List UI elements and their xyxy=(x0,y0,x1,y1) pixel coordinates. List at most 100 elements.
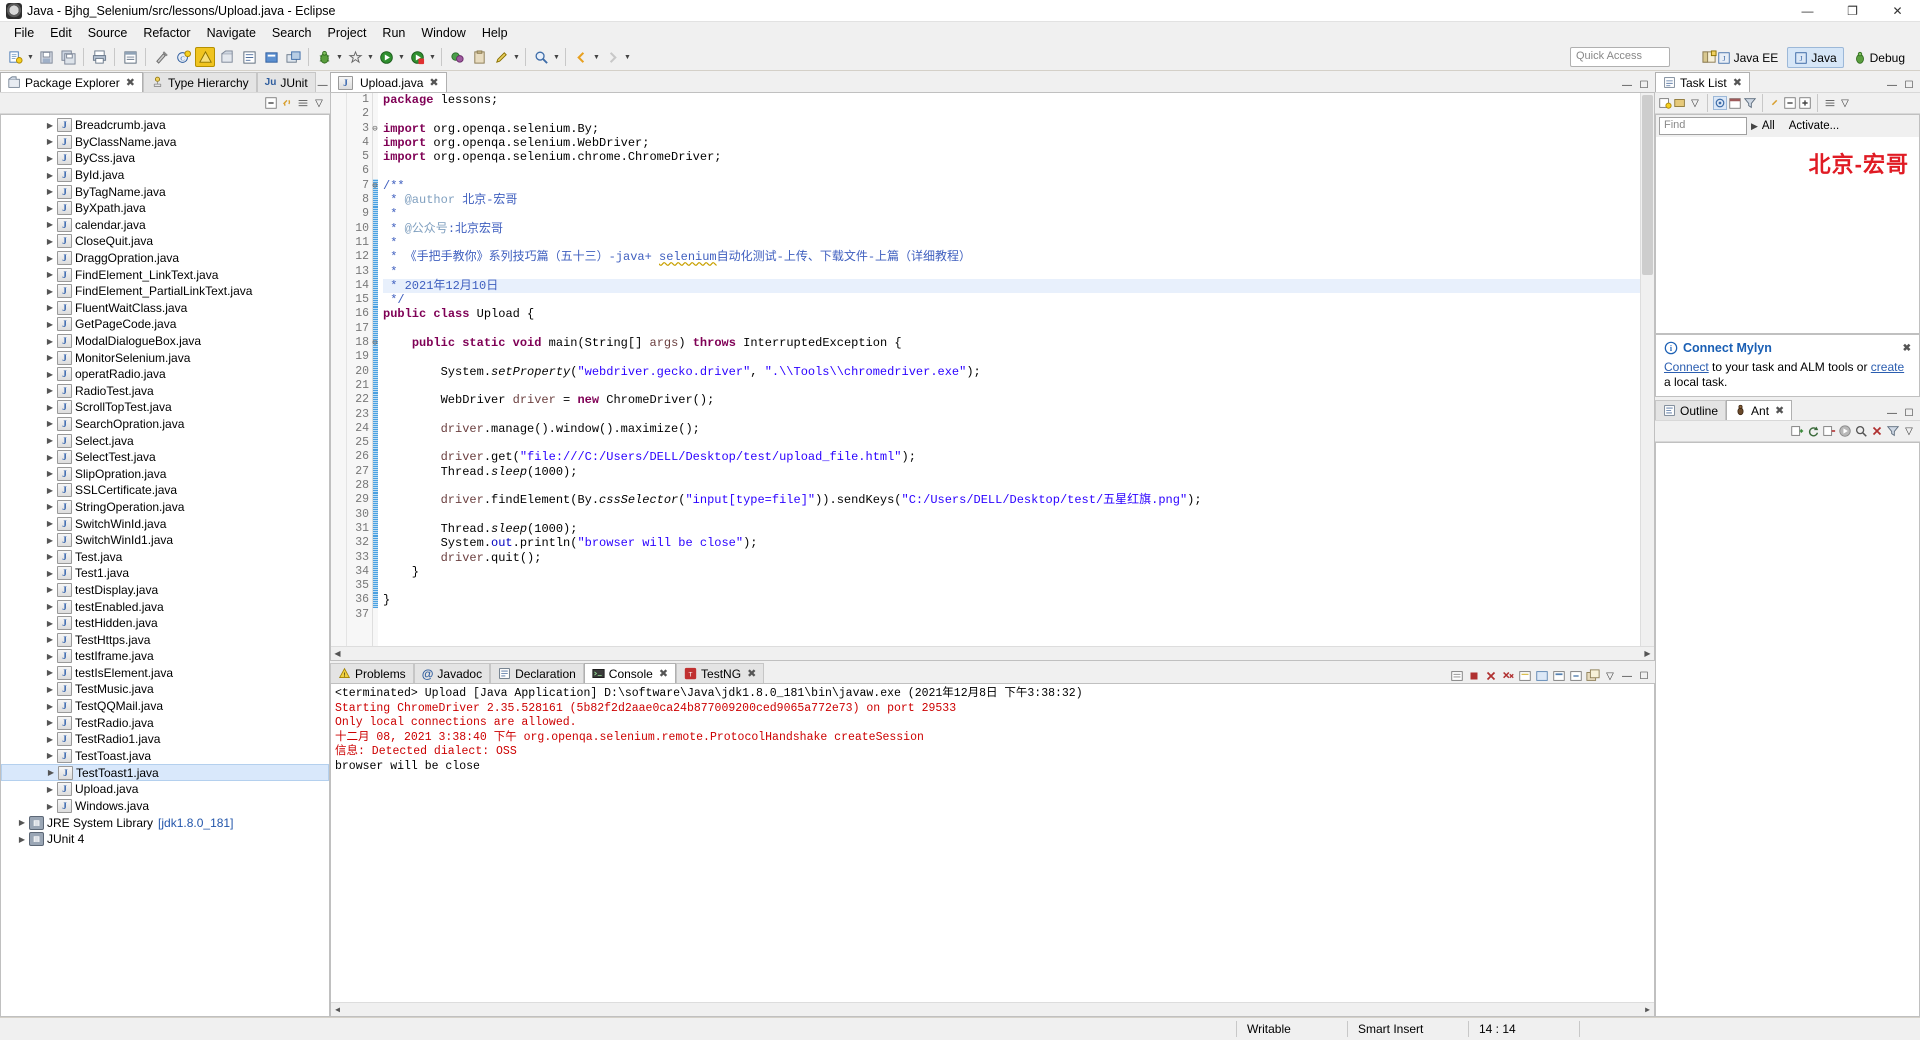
tree-expand-arrow-icon[interactable]: ▶ xyxy=(43,785,57,794)
code-line[interactable]: public class Upload { xyxy=(383,307,1654,321)
task-filter-chevron-icon[interactable]: ▶ xyxy=(1751,121,1758,132)
tree-item[interactable]: ▶ JoperatRadio.java xyxy=(1,366,329,383)
tree-expand-arrow-icon[interactable]: ▶ xyxy=(43,419,57,428)
tree-expand-arrow-icon[interactable]: ▶ xyxy=(43,237,57,246)
code-line[interactable]: Thread.sleep(1000); xyxy=(383,465,1654,479)
perspective-debug[interactable]: Debug xyxy=(1846,47,1912,68)
console-terminate-icon[interactable] xyxy=(1467,669,1481,683)
menu-edit[interactable]: Edit xyxy=(42,24,80,42)
window-minimize-button[interactable]: — xyxy=(1785,0,1830,22)
forward-icon[interactable] xyxy=(602,47,622,67)
tree-item[interactable]: ▶ JtestIframe.java xyxy=(1,648,329,665)
tree-expand-arrow-icon[interactable]: ▶ xyxy=(43,668,57,677)
editor-code-area[interactable]: package lessons; import org.openqa.selen… xyxy=(378,93,1654,660)
tree-expand-arrow-icon[interactable]: ▶ xyxy=(43,602,57,611)
code-line[interactable]: * 2021年12月10日 xyxy=(383,278,1654,294)
tree-item[interactable]: ▶ J DraggOpration.java xyxy=(1,250,329,267)
tree-expand-arrow-icon[interactable]: ▶ xyxy=(43,718,57,727)
mylyn-create-link[interactable]: create xyxy=(1871,360,1904,374)
tree-expand-arrow-icon[interactable]: ▶ xyxy=(43,137,57,146)
tree-item[interactable]: ▶ J TestMusic.java xyxy=(1,681,329,698)
tab-problems[interactable]: ! Problems xyxy=(330,663,414,683)
console-minimize-icon[interactable]: ― xyxy=(1620,669,1634,683)
save-all-icon[interactable] xyxy=(58,47,78,67)
tree-expand-arrow-icon[interactable]: ▶ xyxy=(43,254,57,263)
view-dropdown-icon[interactable]: ▽ xyxy=(312,96,326,110)
console-clear-icon[interactable] xyxy=(1518,669,1532,683)
run-icon[interactable] xyxy=(376,47,396,67)
tree-expand-arrow-icon[interactable]: ▶ xyxy=(43,519,57,528)
console-pin-icon[interactable] xyxy=(1535,669,1549,683)
code-line[interactable] xyxy=(383,379,1654,393)
coverage-icon[interactable] xyxy=(345,47,365,67)
debug-dropdown-icon[interactable]: ▼ xyxy=(335,47,344,67)
code-line[interactable]: System.out.println("browser will be clos… xyxy=(383,536,1654,550)
tree-expand-arrow-icon[interactable]: ▶ xyxy=(43,386,57,395)
tree-item[interactable]: ▶ J Test1.java xyxy=(1,565,329,582)
tree-item[interactable]: ▶ J FluentWaitClass.java xyxy=(1,300,329,317)
tree-expand-arrow-icon[interactable]: ▶ xyxy=(43,220,57,229)
console-scroll-lock-icon[interactable] xyxy=(1450,669,1464,683)
mylyn-connect-link[interactable]: Connect xyxy=(1664,360,1709,374)
code-line[interactable] xyxy=(383,408,1654,422)
tree-item[interactable]: ▶ J TestHttps.java xyxy=(1,631,329,648)
tree-item[interactable]: ▶ J ByTagName.java xyxy=(1,183,329,200)
run-dropdown-icon[interactable]: ▼ xyxy=(397,47,406,67)
task-list-maximize-icon[interactable]: ☐ xyxy=(1902,78,1916,92)
debug-icon[interactable] xyxy=(314,47,334,67)
tab-testng-close-icon[interactable]: ✖ xyxy=(747,667,756,680)
back-dropdown-icon[interactable]: ▼ xyxy=(592,47,601,67)
tab-console-close-icon[interactable]: ✖ xyxy=(659,667,668,680)
tree-item[interactable]: ▶ J ByXpath.java xyxy=(1,200,329,217)
menu-source[interactable]: Source xyxy=(80,24,136,42)
tree-expand-arrow-icon[interactable]: ▶ xyxy=(43,685,57,694)
task-expand-icon[interactable] xyxy=(1798,96,1812,110)
tree-item[interactable]: ▶ J ByClassName.java xyxy=(1,134,329,151)
tree-item[interactable]: ▶ J Select.java xyxy=(1,432,329,449)
tree-expand-arrow-icon[interactable]: ▶ xyxy=(43,619,57,628)
tree-expand-arrow-icon[interactable]: ▶ xyxy=(43,486,57,495)
task-find-input[interactable]: Find xyxy=(1659,117,1747,135)
code-line[interactable]: driver.findElement(By.cssSelector("input… xyxy=(383,493,1654,507)
task-schedule-icon[interactable] xyxy=(1728,96,1742,110)
tab-package-explorer-close-icon[interactable]: ✖ xyxy=(126,76,135,89)
outline-minimize-icon[interactable]: ― xyxy=(1885,406,1899,420)
tree-expand-arrow-icon[interactable]: ▶ xyxy=(43,652,57,661)
task-view-dropdown-icon[interactable]: ▽ xyxy=(1838,96,1852,110)
tree-item[interactable]: ▶ J SSLCertificate.java xyxy=(1,482,329,499)
run-history-dropdown-icon[interactable]: ▼ xyxy=(428,47,437,67)
run-history-icon[interactable] xyxy=(407,47,427,67)
tree-item[interactable]: ▶ J RadioTest.java xyxy=(1,383,329,400)
tree-expand-arrow-icon[interactable]: ▶ xyxy=(43,337,57,346)
new-project-icon[interactable] xyxy=(447,47,467,67)
console-output[interactable]: <terminated> Upload [Java Application] D… xyxy=(330,683,1655,1017)
code-line[interactable]: driver.get("file:///C:/Users/DELL/Deskto… xyxy=(383,450,1654,464)
tree-item[interactable]: ▶ J ModalDialogueBox.java xyxy=(1,333,329,350)
tree-expand-arrow-icon[interactable]: ▶ xyxy=(43,502,57,511)
code-line[interactable]: * @公众号:北京宏哥 xyxy=(383,222,1654,236)
code-line[interactable]: WebDriver driver = new ChromeDriver(); xyxy=(383,393,1654,407)
code-line[interactable]: public static void main(String[] args) t… xyxy=(383,336,1654,350)
tab-task-list-close-icon[interactable]: ✖ xyxy=(1733,76,1742,89)
tab-junit[interactable]: Ju JUnit xyxy=(256,72,316,92)
ant-add-buildfile-icon[interactable] xyxy=(1790,424,1804,438)
tree-item[interactable]: ▶ J SearchOpration.java xyxy=(1,416,329,433)
tree-expand-arrow-icon[interactable]: ▶ xyxy=(43,204,57,213)
task-categorize-icon[interactable] xyxy=(1673,96,1687,110)
tree-item[interactable]: ▶ J GetPageCode.java xyxy=(1,316,329,333)
tree-item[interactable]: ▶ J FindElement_PartialLinkText.java xyxy=(1,283,329,300)
task-filter-icon[interactable] xyxy=(1743,96,1757,110)
ant-remove-icon[interactable] xyxy=(1822,424,1836,438)
menu-help[interactable]: Help xyxy=(474,24,516,42)
tree-expand-arrow-icon[interactable]: ▶ xyxy=(43,303,57,312)
tab-testng[interactable]: T TestNG ✖ xyxy=(676,663,765,683)
scroll-left-icon[interactable]: ◀ xyxy=(331,647,344,660)
coverage-dropdown-icon[interactable]: ▼ xyxy=(366,47,375,67)
ant-refresh-icon[interactable] xyxy=(1806,424,1820,438)
code-line[interactable]: */ xyxy=(383,293,1654,307)
tree-item[interactable]: ▶ JtestDisplay.java xyxy=(1,582,329,599)
tree-expand-arrow-icon[interactable]: ▶ xyxy=(43,751,57,760)
tree-item[interactable]: ▶ J Breadcrumb.java xyxy=(1,117,329,134)
menu-search[interactable]: Search xyxy=(264,24,320,42)
code-line[interactable]: * 《手把手教你》系列技巧篇（五十三）-java+ selenium自动化测试-… xyxy=(383,250,1654,264)
